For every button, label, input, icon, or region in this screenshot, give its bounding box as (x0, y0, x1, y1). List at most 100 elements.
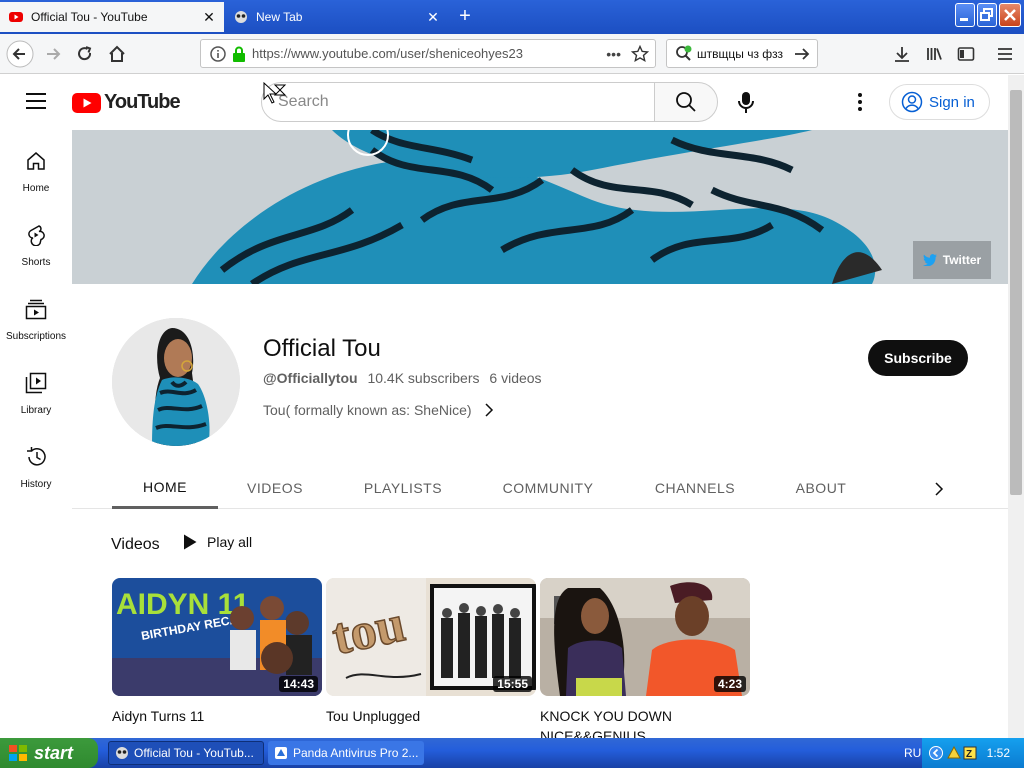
video-title[interactable]: Tou Unplugged (326, 706, 536, 726)
sidebar-button[interactable] (951, 39, 981, 69)
back-button[interactable] (5, 39, 35, 69)
taskbar-item-firefox[interactable]: Official Tou - YouTub... (108, 741, 264, 765)
play-icon (184, 534, 197, 550)
sidebar-item-history[interactable]: History (0, 446, 72, 490)
security-tray-icon[interactable] (947, 746, 962, 760)
search-icon (676, 92, 696, 112)
bookmark-star-icon[interactable] (631, 44, 649, 63)
library-icon (25, 372, 47, 394)
tab-new-tab[interactable]: New Tab ✕ (225, 2, 448, 32)
tab-about[interactable]: ABOUT (776, 467, 866, 509)
video-card[interactable]: AIDYN 11 BIRTHDAY RECAP 14:43 Aidyn Turn… (112, 578, 322, 726)
video-thumbnail[interactable]: 4:23 (540, 578, 750, 696)
more-options-icon[interactable] (857, 92, 863, 112)
tray-arrow-icon[interactable] (929, 746, 944, 760)
windows-logo-icon (9, 745, 27, 761)
play-all-label: Play all (207, 534, 253, 550)
youtube-header: YouTube Search Sign in (0, 75, 1008, 130)
home-icon (109, 45, 125, 62)
new-tab-button[interactable]: + (452, 6, 478, 28)
twitter-icon (922, 254, 937, 266)
channel-name: Official Tou (263, 335, 381, 362)
start-button[interactable]: start (0, 738, 98, 768)
taskbar-item-panda[interactable]: Panda Antivirus Pro 2... (268, 741, 424, 765)
forward-button[interactable] (38, 39, 68, 69)
sidebar-item-home[interactable]: Home (0, 150, 72, 194)
browser-toolbar: https://www.youtube.com/user/sheniceohye… (0, 34, 1024, 74)
svg-text:Z: Z (966, 749, 972, 760)
home-button[interactable] (102, 39, 132, 69)
sidebar-item-library[interactable]: Library (0, 372, 72, 416)
reload-button[interactable] (70, 39, 100, 69)
video-title[interactable]: Aidyn Turns 11 (112, 706, 322, 726)
panda-favicon-icon (235, 11, 247, 23)
sidebar-item-label: History (20, 479, 52, 490)
sign-in-button[interactable]: Sign in (889, 84, 990, 120)
scrollbar-thumb[interactable] (1010, 90, 1022, 495)
video-thumbnail[interactable]: AIDYN 11 BIRTHDAY RECAP 14:43 (112, 578, 322, 696)
arrow-right-icon[interactable] (793, 45, 811, 63)
library-icon (927, 48, 942, 60)
subscribe-button[interactable]: Subscribe (868, 340, 968, 376)
downloads-button[interactable] (887, 39, 917, 69)
video-title[interactable]: KNOCK YOU DOWN NICE&&GENIUS (540, 706, 690, 738)
sidebar-icon (957, 47, 975, 61)
channel-description[interactable]: Tou( formally known as: SheNice) (263, 402, 494, 418)
page-actions-icon[interactable]: ••• (606, 46, 621, 62)
chevron-right-icon (485, 403, 493, 417)
zone-tray-icon[interactable]: Z (963, 746, 977, 760)
video-card[interactable]: 4:23 KNOCK YOU DOWN NICE&&GENIUS (540, 578, 750, 738)
sidebar-item-label: Home (22, 183, 50, 194)
system-tray: RU Z 1:52 (904, 738, 1024, 768)
play-all-button[interactable]: Play all (183, 534, 252, 550)
minimize-window-button[interactable] (955, 3, 975, 27)
search-bar[interactable]: штвщцы чз фзз (666, 39, 818, 68)
sidebar-item-subscriptions[interactable]: Subscriptions (0, 298, 72, 342)
section-title: Videos (111, 536, 160, 553)
channel-description-text: Tou( formally known as: SheNice) (263, 402, 472, 418)
arrow-left-icon (6, 40, 34, 68)
tab-home[interactable]: HOME (112, 467, 218, 509)
tab-videos[interactable]: VIDEOS (218, 467, 332, 509)
search-input[interactable]: Search (261, 82, 655, 122)
subscriptions-icon (25, 299, 47, 320)
address-bar[interactable]: https://www.youtube.com/user/sheniceohye… (200, 39, 656, 68)
chevron-right-icon[interactable] (934, 482, 944, 496)
youtube-logo[interactable]: YouTube (72, 91, 181, 114)
guide-menu-icon[interactable] (26, 93, 46, 109)
sidebar-item-label: Library (20, 405, 52, 416)
search-bar-text: штвщцы чз фзз (697, 46, 784, 61)
tab-youtube[interactable]: Official Tou - YouTube ✕ (0, 2, 224, 32)
tab-playlists[interactable]: PLAYLISTS (342, 467, 464, 509)
home-icon (27, 152, 45, 170)
restore-window-button[interactable] (977, 3, 997, 27)
hamburger-menu-icon (998, 48, 1012, 60)
video-duration: 4:23 (713, 676, 746, 692)
close-window-button[interactable] (999, 3, 1021, 27)
channel-tabs: HOME VIDEOS PLAYLISTS COMMUNITY CHANNELS… (72, 467, 1008, 509)
twitter-label: Twitter (942, 253, 982, 267)
twitter-link[interactable]: Twitter (913, 241, 991, 279)
video-thumbnail[interactable]: tou 15:55 (326, 578, 536, 696)
youtube-logo-text: YouTube (104, 91, 181, 113)
cursor-icon (263, 82, 287, 104)
microphone-icon[interactable] (737, 92, 755, 114)
menu-button[interactable] (990, 39, 1020, 69)
info-icon[interactable] (210, 45, 226, 62)
reload-icon (78, 46, 92, 61)
close-tab-icon[interactable]: ✕ (200, 8, 218, 26)
clock: 1:52 (986, 746, 1010, 760)
sidebar-item-shorts[interactable]: Shorts (0, 224, 72, 268)
language-indicator[interactable]: RU (904, 746, 921, 760)
video-count: 6 videos (489, 370, 542, 386)
account-icon (901, 91, 923, 113)
close-tab-icon[interactable]: ✕ (424, 8, 442, 26)
channel-meta: @Officiallytou 10.4K subscribers 6 video… (263, 370, 542, 386)
tab-channels[interactable]: CHANNELS (637, 467, 753, 509)
panda-antivirus-icon (275, 747, 287, 759)
search-button[interactable] (654, 82, 718, 122)
tab-community[interactable]: COMMUNITY (484, 467, 612, 509)
library-button[interactable] (919, 39, 949, 69)
panda-favicon-icon (116, 747, 128, 759)
video-card[interactable]: tou 15:55 Tou Unplugged (326, 578, 536, 726)
